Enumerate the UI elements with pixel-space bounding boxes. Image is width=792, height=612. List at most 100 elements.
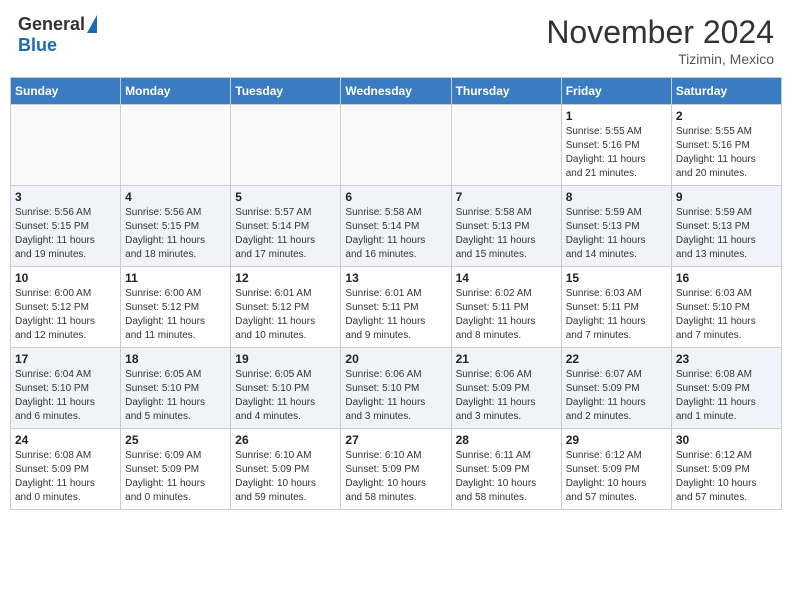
day-info: Sunrise: 6:12 AMSunset: 5:09 PMDaylight:… xyxy=(676,449,777,505)
day-number: 8 xyxy=(566,190,667,204)
day-info: Sunrise: 6:10 AMSunset: 5:09 PMDaylight:… xyxy=(345,449,446,505)
day-number: 9 xyxy=(676,190,777,204)
day-number: 18 xyxy=(125,352,226,366)
calendar-cell: 14 Sunrise: 6:02 AMSunset: 5:11 PMDayligh… xyxy=(451,267,561,348)
day-number: 4 xyxy=(125,190,226,204)
calendar-table: SundayMondayTuesdayWednesdayThursdayFrid… xyxy=(10,77,782,510)
day-header-friday: Friday xyxy=(561,78,671,105)
day-info: Sunrise: 5:56 AMSunset: 5:15 PMDaylight:… xyxy=(15,206,116,262)
day-number: 11 xyxy=(125,271,226,285)
calendar-cell: 30 Sunrise: 6:12 AMSunset: 5:09 PMDayligh… xyxy=(671,429,781,510)
day-info: Sunrise: 5:58 AMSunset: 5:14 PMDaylight:… xyxy=(345,206,446,262)
calendar-cell: 26 Sunrise: 6:10 AMSunset: 5:09 PMDayligh… xyxy=(231,429,341,510)
day-header-tuesday: Tuesday xyxy=(231,78,341,105)
day-number: 7 xyxy=(456,190,557,204)
calendar-cell: 2Sunrise: 5:55 AMSunset: 5:16 PMDaylight… xyxy=(671,105,781,186)
day-header-saturday: Saturday xyxy=(671,78,781,105)
day-info: Sunrise: 6:00 AMSunset: 5:12 PMDaylight:… xyxy=(15,287,116,343)
calendar-cell: 7Sunrise: 5:58 AMSunset: 5:13 PMDaylight… xyxy=(451,186,561,267)
calendar-cell: 4 Sunrise: 5:56 AMSunset: 5:15 PMDaylight… xyxy=(121,186,231,267)
calendar-cell: 29 Sunrise: 6:12 AMSunset: 5:09 PMDayligh… xyxy=(561,429,671,510)
day-number: 20 xyxy=(345,352,446,366)
day-number: 24 xyxy=(15,433,116,447)
day-info: Sunrise: 6:08 AMSunset: 5:09 PMDaylight:… xyxy=(676,368,777,424)
day-number: 29 xyxy=(566,433,667,447)
day-info: Sunrise: 6:03 AMSunset: 5:11 PMDaylight:… xyxy=(566,287,667,343)
day-info: Sunrise: 6:10 AMSunset: 5:09 PMDaylight:… xyxy=(235,449,336,505)
day-header-monday: Monday xyxy=(121,78,231,105)
calendar-cell: 25 Sunrise: 6:09 AMSunset: 5:09 PMDayligh… xyxy=(121,429,231,510)
day-info: Sunrise: 6:02 AMSunset: 5:11 PMDaylight:… xyxy=(456,287,557,343)
day-info: Sunrise: 6:06 AMSunset: 5:09 PMDaylight:… xyxy=(456,368,557,424)
location-text: Tizimin, Mexico xyxy=(546,51,774,67)
day-info: Sunrise: 6:00 AMSunset: 5:12 PMDaylight:… xyxy=(125,287,226,343)
calendar-week-2: 3Sunrise: 5:56 AMSunset: 5:15 PMDaylight… xyxy=(11,186,782,267)
header: General Blue November 2024 Tizimin, Mexi… xyxy=(10,10,782,71)
day-number: 1 xyxy=(566,109,667,123)
logo: General Blue xyxy=(18,14,97,56)
day-number: 22 xyxy=(566,352,667,366)
calendar-cell: 1Sunrise: 5:55 AMSunset: 5:16 PMDaylight… xyxy=(561,105,671,186)
day-number: 25 xyxy=(125,433,226,447)
day-number: 27 xyxy=(345,433,446,447)
day-info: Sunrise: 6:08 AMSunset: 5:09 PMDaylight:… xyxy=(15,449,116,505)
calendar-cell: 19 Sunrise: 6:05 AMSunset: 5:10 PMDayligh… xyxy=(231,348,341,429)
day-info: Sunrise: 5:56 AMSunset: 5:15 PMDaylight:… xyxy=(125,206,226,262)
day-info: Sunrise: 6:11 AMSunset: 5:09 PMDaylight:… xyxy=(456,449,557,505)
calendar-cell xyxy=(451,105,561,186)
day-info: Sunrise: 6:03 AMSunset: 5:10 PMDaylight:… xyxy=(676,287,777,343)
day-header-sunday: Sunday xyxy=(11,78,121,105)
calendar-cell: 23 Sunrise: 6:08 AMSunset: 5:09 PMDayligh… xyxy=(671,348,781,429)
calendar-cell xyxy=(341,105,451,186)
day-info: Sunrise: 6:05 AMSunset: 5:10 PMDaylight:… xyxy=(235,368,336,424)
day-number: 15 xyxy=(566,271,667,285)
calendar-cell: 28Sunrise: 6:11 AMSunset: 5:09 PMDayligh… xyxy=(451,429,561,510)
logo-general-text: General xyxy=(18,14,85,35)
day-number: 30 xyxy=(676,433,777,447)
day-number: 5 xyxy=(235,190,336,204)
day-number: 13 xyxy=(345,271,446,285)
day-number: 2 xyxy=(676,109,777,123)
calendar-cell: 12Sunrise: 6:01 AMSunset: 5:12 PMDayligh… xyxy=(231,267,341,348)
calendar-cell: 10 Sunrise: 6:00 AMSunset: 5:12 PMDayligh… xyxy=(11,267,121,348)
calendar-cell: 24 Sunrise: 6:08 AMSunset: 5:09 PMDayligh… xyxy=(11,429,121,510)
calendar-cell: 27 Sunrise: 6:10 AMSunset: 5:09 PMDayligh… xyxy=(341,429,451,510)
logo-blue-text: Blue xyxy=(18,35,57,56)
calendar-cell xyxy=(121,105,231,186)
title-block: November 2024 Tizimin, Mexico xyxy=(546,14,774,67)
calendar-cell: 21 Sunrise: 6:06 AMSunset: 5:09 PMDayligh… xyxy=(451,348,561,429)
day-info: Sunrise: 6:12 AMSunset: 5:09 PMDaylight:… xyxy=(566,449,667,505)
calendar-cell: 22 Sunrise: 6:07 AMSunset: 5:09 PMDayligh… xyxy=(561,348,671,429)
day-info: Sunrise: 5:59 AMSunset: 5:13 PMDaylight:… xyxy=(566,206,667,262)
day-number: 23 xyxy=(676,352,777,366)
day-number: 21 xyxy=(456,352,557,366)
calendar-cell: 5 Sunrise: 5:57 AMSunset: 5:14 PMDaylight… xyxy=(231,186,341,267)
calendar-week-1: 1Sunrise: 5:55 AMSunset: 5:16 PMDaylight… xyxy=(11,105,782,186)
calendar-cell: 18 Sunrise: 6:05 AMSunset: 5:10 PMDayligh… xyxy=(121,348,231,429)
day-header-wednesday: Wednesday xyxy=(341,78,451,105)
calendar-cell xyxy=(11,105,121,186)
calendar-week-3: 10 Sunrise: 6:00 AMSunset: 5:12 PMDayligh… xyxy=(11,267,782,348)
calendar-header-row: SundayMondayTuesdayWednesdayThursdayFrid… xyxy=(11,78,782,105)
calendar-cell: 17Sunrise: 6:04 AMSunset: 5:10 PMDayligh… xyxy=(11,348,121,429)
day-number: 16 xyxy=(676,271,777,285)
logo-triangle-icon xyxy=(87,15,97,33)
day-info: Sunrise: 6:06 AMSunset: 5:10 PMDaylight:… xyxy=(345,368,446,424)
day-info: Sunrise: 6:07 AMSunset: 5:09 PMDaylight:… xyxy=(566,368,667,424)
day-number: 19 xyxy=(235,352,336,366)
calendar-cell: 11 Sunrise: 6:00 AMSunset: 5:12 PMDayligh… xyxy=(121,267,231,348)
day-info: Sunrise: 5:59 AMSunset: 5:13 PMDaylight:… xyxy=(676,206,777,262)
day-number: 14 xyxy=(456,271,557,285)
calendar-cell: 8 Sunrise: 5:59 AMSunset: 5:13 PMDaylight… xyxy=(561,186,671,267)
calendar-cell: 6Sunrise: 5:58 AMSunset: 5:14 PMDaylight… xyxy=(341,186,451,267)
calendar-cell xyxy=(231,105,341,186)
day-info: Sunrise: 6:04 AMSunset: 5:10 PMDaylight:… xyxy=(15,368,116,424)
day-number: 10 xyxy=(15,271,116,285)
month-title: November 2024 xyxy=(546,14,774,51)
day-number: 26 xyxy=(235,433,336,447)
day-info: Sunrise: 6:09 AMSunset: 5:09 PMDaylight:… xyxy=(125,449,226,505)
day-info: Sunrise: 6:05 AMSunset: 5:10 PMDaylight:… xyxy=(125,368,226,424)
calendar-cell: 3Sunrise: 5:56 AMSunset: 5:15 PMDaylight… xyxy=(11,186,121,267)
day-info: Sunrise: 5:57 AMSunset: 5:14 PMDaylight:… xyxy=(235,206,336,262)
calendar-week-5: 24 Sunrise: 6:08 AMSunset: 5:09 PMDayligh… xyxy=(11,429,782,510)
